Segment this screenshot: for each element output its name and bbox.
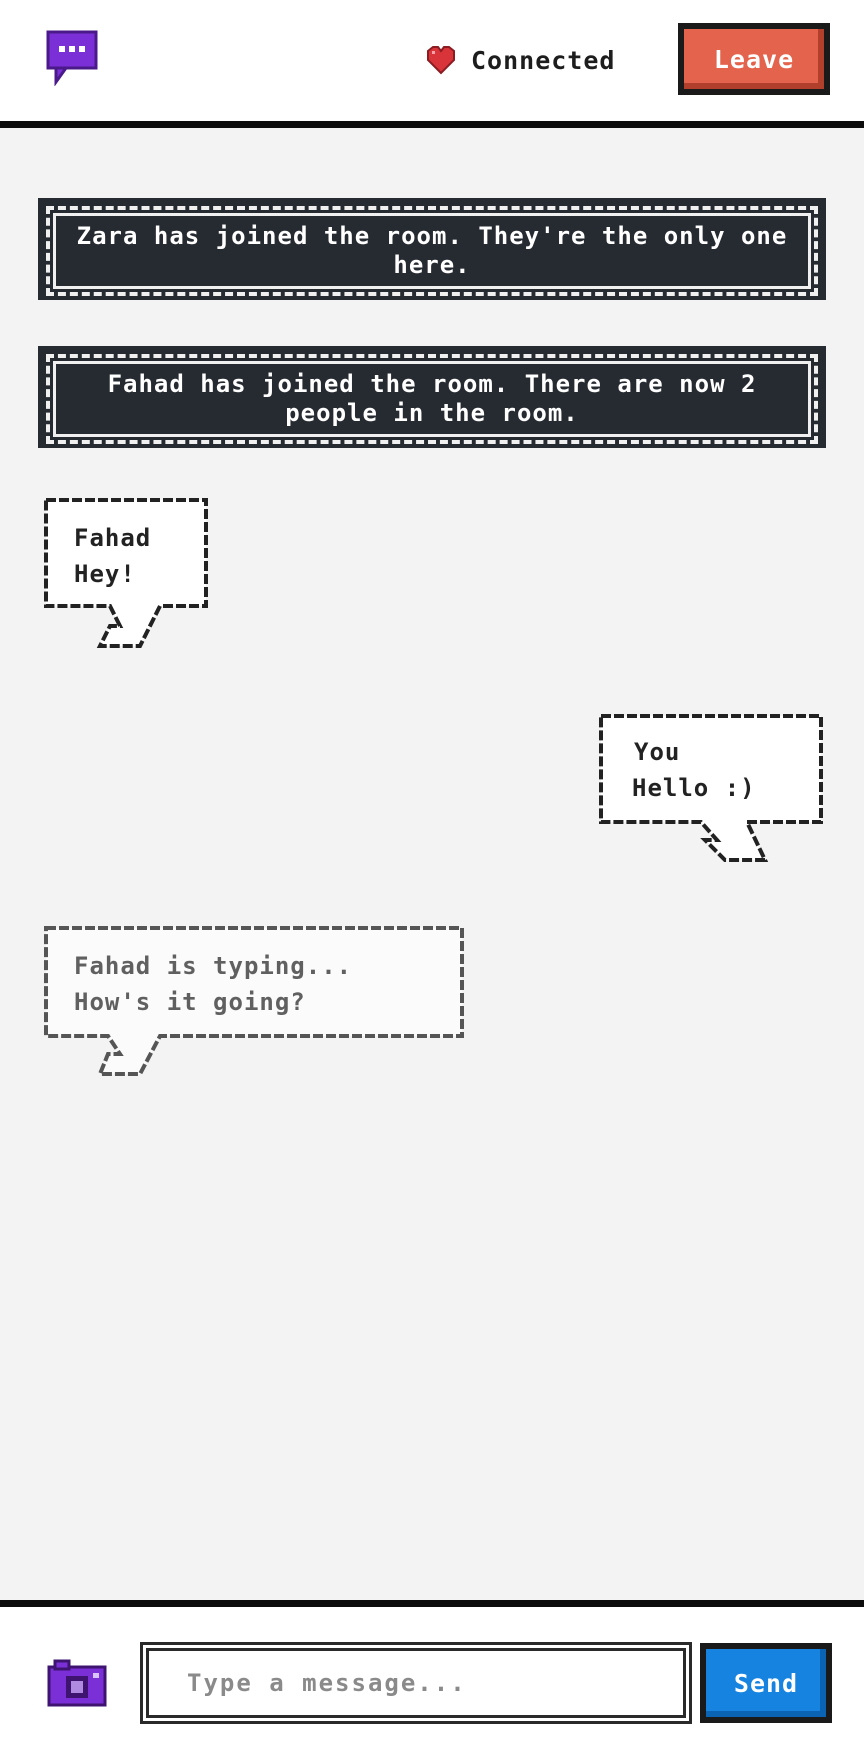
send-button-label: Send [706, 1649, 826, 1717]
typing-preview: How's it going? [74, 988, 306, 1016]
send-button[interactable]: Send [700, 1643, 832, 1723]
message-author: Fahad [74, 524, 152, 552]
chat-area[interactable]: Zara has joined the room. They're the on… [0, 128, 864, 1600]
message-input[interactable] [146, 1648, 686, 1718]
message-input-frame [140, 1642, 692, 1724]
app-header: Connected Leave [0, 0, 864, 122]
leave-button[interactable]: Leave [678, 23, 830, 95]
message-bubble-incoming: Fahad Hey! [40, 498, 212, 658]
message-author: You [634, 738, 681, 766]
message-text: Hey! [74, 560, 136, 588]
system-message-text: Zara has joined the room. They're the on… [46, 206, 818, 296]
connection-status: Connected [425, 44, 615, 76]
typing-indicator-bubble: Fahad is typing... How's it going? [40, 926, 466, 1088]
chat-bubble-icon [46, 30, 98, 86]
camera-icon[interactable] [47, 1659, 107, 1707]
status-text: Connected [471, 45, 616, 75]
leave-button-label: Leave [684, 29, 824, 89]
system-message: Zara has joined the room. They're the on… [38, 198, 826, 300]
composer-divider [0, 1600, 864, 1607]
heart-icon [427, 46, 455, 75]
message-composer: Send [0, 1607, 864, 1763]
message-text: Hello :) [632, 774, 756, 802]
typing-status: Fahad is typing... [74, 952, 353, 980]
message-bubble-outgoing: You Hello :) [597, 712, 825, 872]
system-message-text: Fahad has joined the room. There are now… [46, 354, 818, 444]
system-message: Fahad has joined the room. There are now… [38, 346, 826, 448]
header-divider [0, 121, 864, 128]
